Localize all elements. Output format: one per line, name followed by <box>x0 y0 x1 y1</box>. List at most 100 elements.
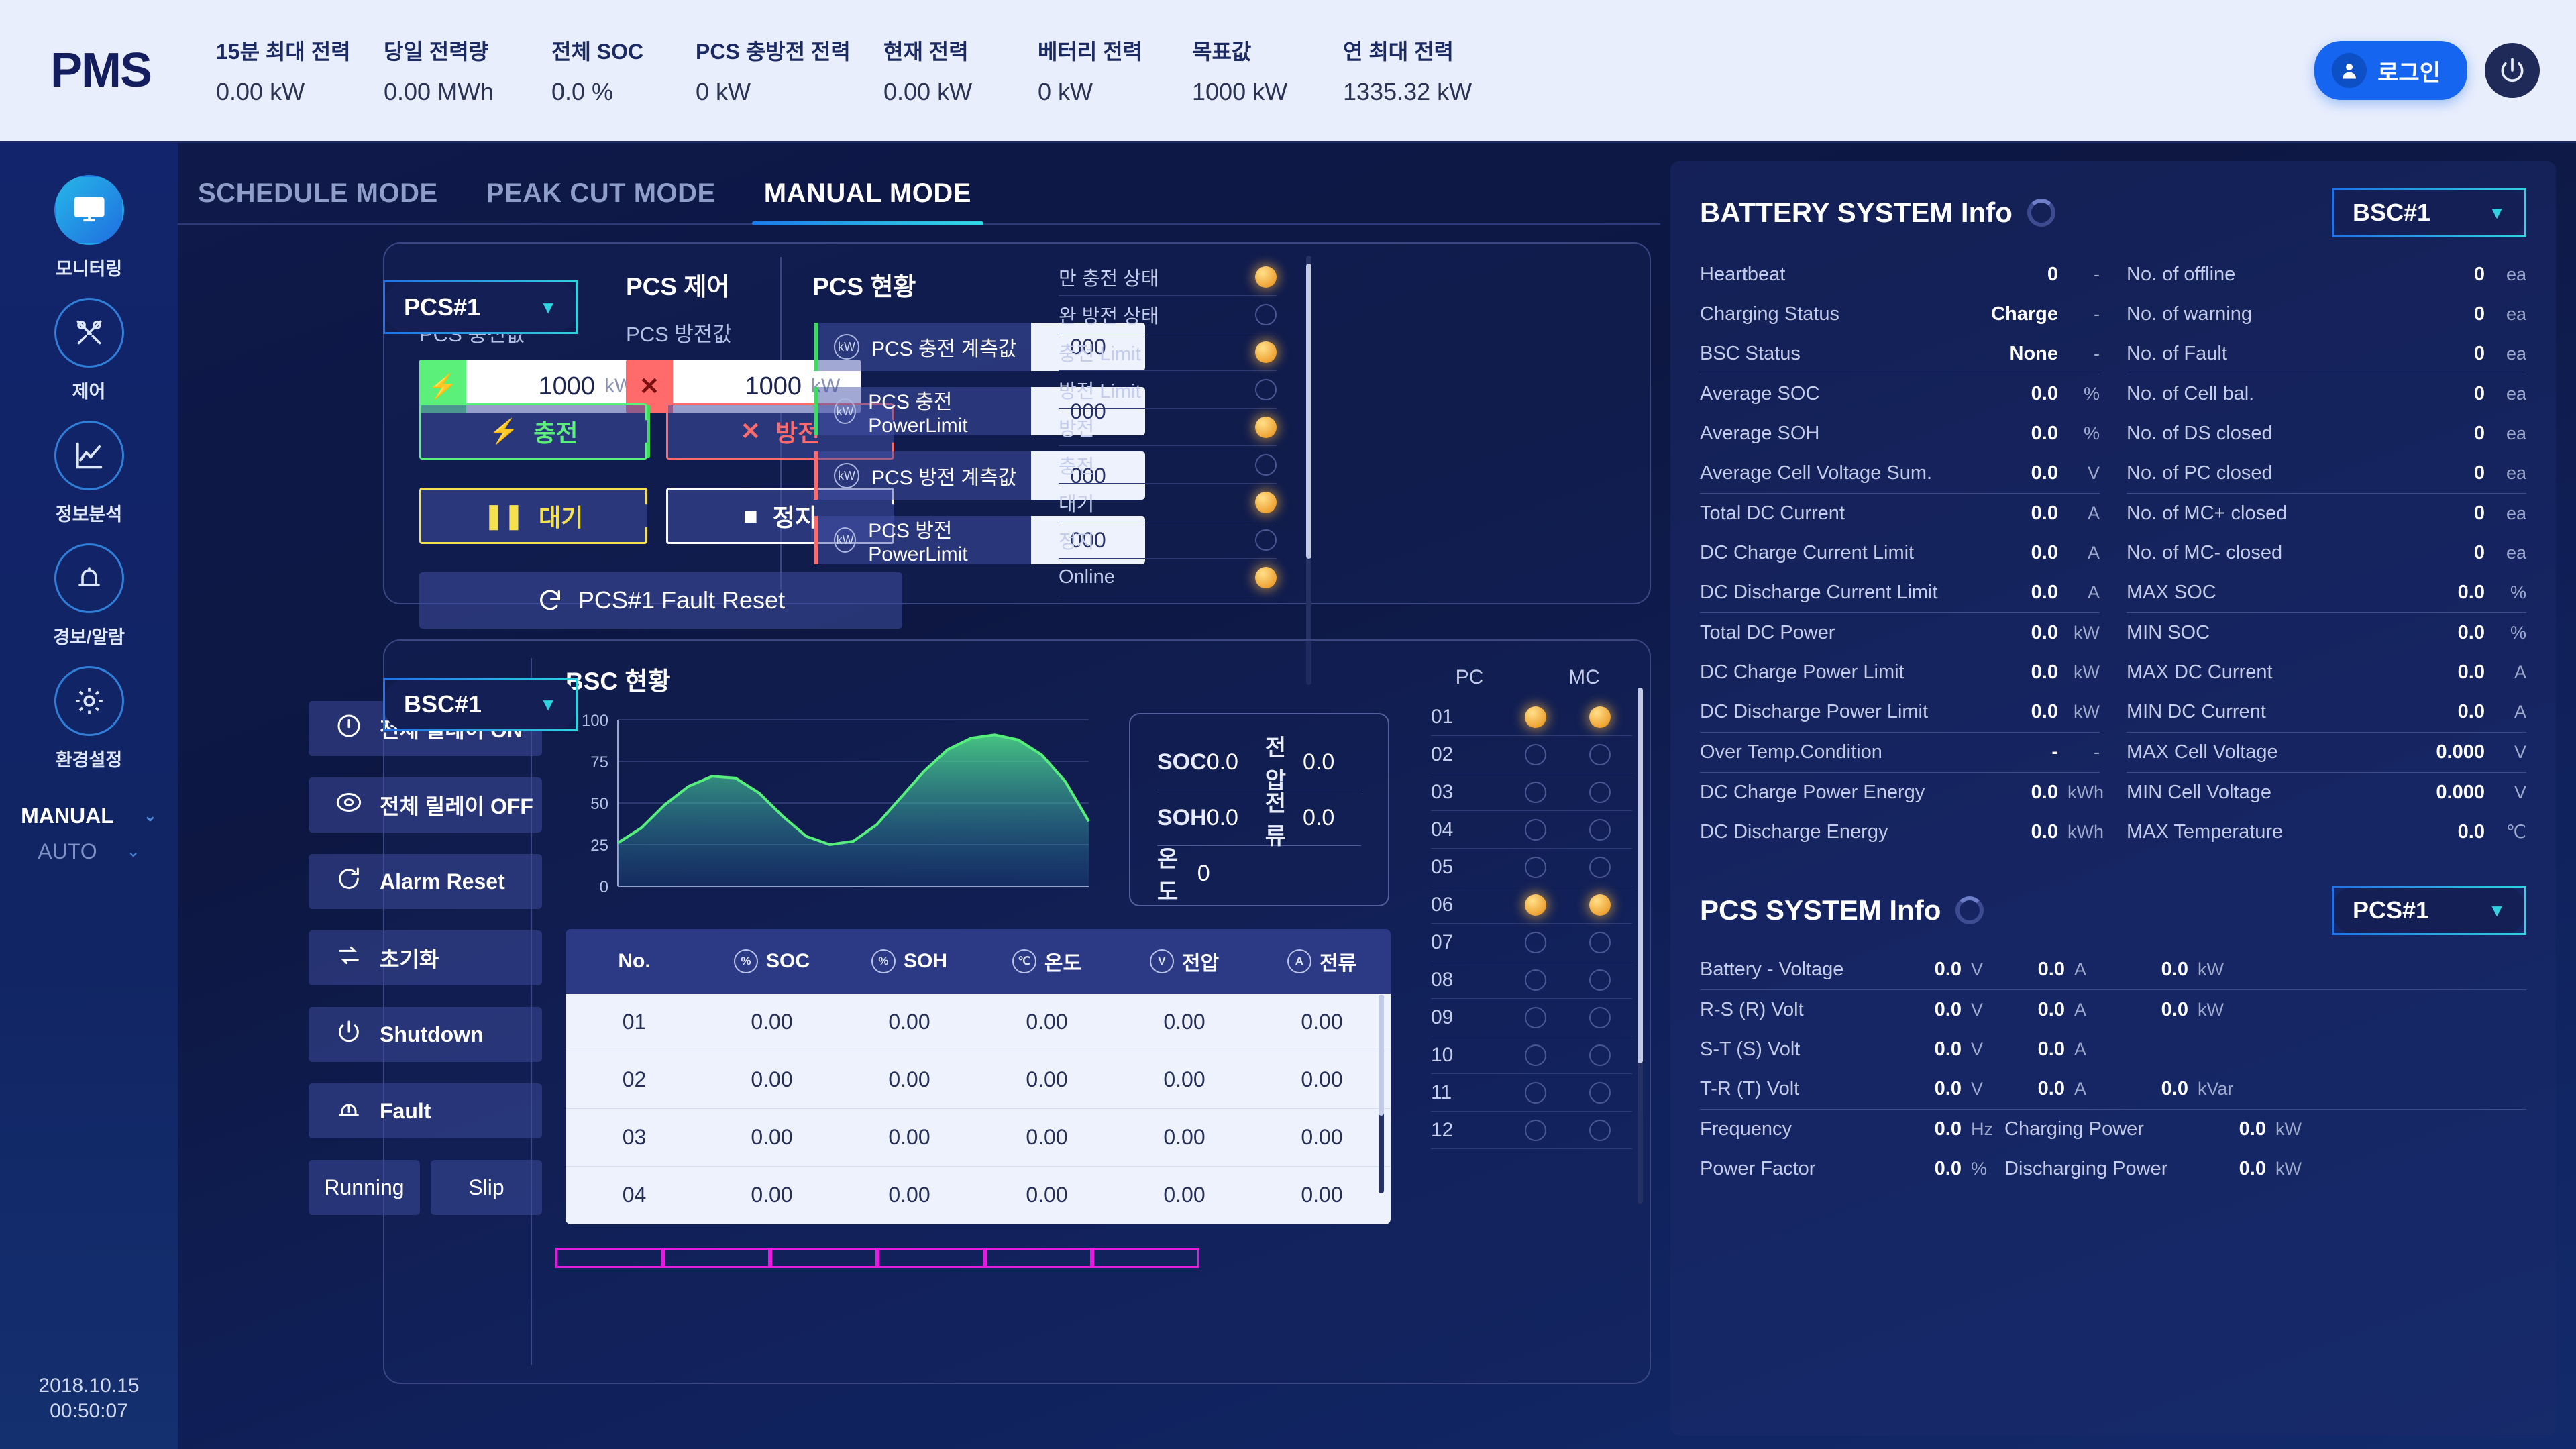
tab-0[interactable]: SCHEDULE MODE <box>186 178 450 223</box>
battery-selector[interactable]: BSC#1 ▼ <box>2332 188 2526 237</box>
bsc-kv-value2: 0.0 <box>1302 749 1335 775</box>
kw-icon: kW <box>834 527 857 553</box>
battery-left-value: 0.0 <box>2031 502 2058 524</box>
tab-1[interactable]: PEAK CUT MODE <box>474 178 728 223</box>
pcs-indicator-4: 방전 <box>1059 409 1277 446</box>
pcmc-scrollbar-thumb[interactable] <box>1638 688 1643 1063</box>
pcs-info-row-1: R-S (R) Volt 0.0 V 0.0 A 0.0 kW <box>1700 990 2526 1030</box>
battery-left-row-9: Total DC Power 0.0 kW <box>1700 613 2100 653</box>
sidebar-mode-manual[interactable]: MANUAL ⌄ <box>0 804 178 828</box>
bsc-button-4[interactable]: Shutdown <box>309 1007 542 1062</box>
pcmc-row-8: 09 <box>1431 999 1632 1036</box>
header-stat-label: 목표값 <box>1192 40 1252 64</box>
battery-right-value: 0.000 <box>2436 782 2485 803</box>
header-stat: 목표값 1000 kW <box>1177 35 1328 106</box>
pcs-info-bottom-value2: 0.0 <box>2239 1118 2266 1140</box>
battery-right-label: MIN DC Current <box>2127 701 2266 722</box>
pcs-info-bottom-unit: % <box>1971 1159 1988 1179</box>
pcs-info-bottom-label2: Discharging Power <box>2004 1158 2168 1179</box>
table-cell: 0.00 <box>888 1125 930 1149</box>
pcs-info-bottom-row-0: Frequency 0.0 Hz Charging Power 0.0 kW <box>1700 1110 2526 1149</box>
pcmc-no: 03 <box>1431 780 1454 803</box>
header-stat-label: 당일 전력량 <box>384 40 489 64</box>
pcs-info-u1: V <box>1971 1039 1984 1059</box>
sidebar-item-2[interactable]: 정보분석 <box>0 421 178 526</box>
battery-left-row-3: Average SOC 0.0 % <box>1700 374 2100 414</box>
table-row: 01 0.00 0.00 0.00 0.00 0.00 <box>566 994 1391 1051</box>
bsc-button-3[interactable]: 초기화 <box>309 930 542 985</box>
pcs-info-label: R-S (R) Volt <box>1700 999 1804 1020</box>
bsc-button-5[interactable]: Fault <box>309 1083 542 1138</box>
battery-right-unit: V <box>2514 782 2526 802</box>
bsc-selector[interactable]: BSC#1 ▼ <box>383 678 578 731</box>
battery-left-column: Heartbeat 0 - Charging Status Charge - B… <box>1700 255 2104 852</box>
battery-right-row-2: No. of Fault 0 ea <box>2127 334 2526 374</box>
bsc-button-2[interactable]: Alarm Reset <box>309 854 542 909</box>
pcmc-no: 01 <box>1431 705 1454 728</box>
battery-right-unit: V <box>2514 742 2526 762</box>
pcs-info-selector[interactable]: PCS#1 ▼ <box>2332 885 2526 935</box>
sidebar-item-3[interactable]: 경보/알람 <box>0 543 178 649</box>
pcs-fault-reset-button[interactable]: PCS#1 Fault Reset <box>419 572 902 629</box>
bsc-button-label: 전체 릴레이 OFF <box>380 794 533 818</box>
pcs-info-u2: A <box>2074 1039 2087 1059</box>
battery-left-label: DC Charge Power Limit <box>1700 661 1904 683</box>
power-button[interactable] <box>2485 43 2540 98</box>
pcs-button-0[interactable]: ⚡ 충전 <box>419 403 647 460</box>
battery-right-unit: ea <box>2506 304 2526 324</box>
battery-right-label: No. of offline <box>2127 264 2236 285</box>
login-button[interactable]: 로그인 <box>2314 41 2467 100</box>
pcs-info-bottom-unit2: kW <box>2275 1159 2302 1179</box>
battery-right-row-6: No. of MC+ closed 0 ea <box>2127 494 2526 533</box>
pcs-info-label: S-T (S) Volt <box>1700 1038 1801 1060</box>
pcs-info-bottom-row-1: Power Factor 0.0 % Discharging Power 0.0… <box>1700 1149 2526 1189</box>
marker-cell-1 <box>663 1248 770 1268</box>
battery-right-value: 0 <box>2473 383 2485 405</box>
tab-2[interactable]: MANUAL MODE <box>751 178 984 225</box>
tools-icon <box>54 298 124 368</box>
pcmc-header: PC <box>1455 666 1484 688</box>
sidebar-item-1[interactable]: 제어 <box>0 298 178 403</box>
battery-left-row-4: Average SOH 0.0 % <box>1700 414 2100 453</box>
pcmc-row-7: 08 <box>1431 961 1632 999</box>
battery-left-value: 0.0 <box>2031 782 2058 803</box>
pcs-info-v1: 0.0 <box>1934 1078 1962 1099</box>
pcs-indicator-list: 만 충전 상태 완 방전 상태 충전 Limit 방전 Limit 방전 충전 … <box>1059 258 1277 596</box>
indicator-scrollbar-thumb[interactable] <box>1306 264 1311 559</box>
pcs-button-2[interactable]: ❚❚ 대기 <box>419 488 647 544</box>
mode-tabs: SCHEDULE MODE PEAK CUT MODE MANUAL MODE <box>178 143 1660 225</box>
bsc-small-button-1[interactable]: Slip <box>431 1160 542 1215</box>
battery-right-value: 0 <box>2473 542 2485 564</box>
login-label: 로그인 <box>2377 60 2440 86</box>
pcmc-no: 02 <box>1431 743 1454 765</box>
battery-left-unit: - <box>2094 264 2100 284</box>
table-row: 04 0.00 0.00 0.00 0.00 0.00 <box>566 1167 1391 1224</box>
pcmc-row-6: 07 <box>1431 924 1632 961</box>
unit-icon: ℃ <box>1012 949 1036 973</box>
pcs-selector[interactable]: PCS#1 ▼ <box>383 280 578 334</box>
sidebar-item-label: 모니터링 <box>55 259 123 279</box>
battery-left-value: Charge <box>1991 303 2058 325</box>
battery-left-unit: - <box>2094 742 2100 762</box>
battery-left-row-8: DC Discharge Current Limit 0.0 A <box>1700 573 2100 612</box>
battery-right-unit: % <box>2510 582 2526 602</box>
sidebar-item-4[interactable]: 환경설정 <box>0 666 178 771</box>
mc-lamp <box>1589 743 1611 765</box>
table-scrollbar-thumb[interactable] <box>1379 995 1384 1116</box>
pcs-info-bottom-unit: Hz <box>1971 1119 1993 1139</box>
sidebar-item-0[interactable]: 모니터링 <box>0 175 178 280</box>
pc-lamp <box>1524 931 1546 953</box>
sidebar-item-label: 정보분석 <box>55 504 123 525</box>
pcs-info-v2: 0.0 <box>2037 959 2065 980</box>
bsc-kv-value2: 0.0 <box>1302 804 1335 830</box>
sidebar-mode-auto[interactable]: AUTO ⌄ <box>0 839 178 864</box>
header-stat: 베터리 전력 0 kW <box>1023 35 1177 106</box>
bsc-button-1[interactable]: 전체 릴레이 OFF <box>309 777 542 833</box>
pcs-info-u2: A <box>2074 1079 2087 1099</box>
pcs-info-v3: 0.0 <box>2161 999 2188 1020</box>
bsc-small-button-0[interactable]: Running <box>309 1160 420 1215</box>
status-lamp <box>1255 341 1277 363</box>
table-cell: 0.00 <box>1301 1067 1343 1091</box>
power-on-icon <box>335 712 362 745</box>
pcs-indicator-0: 만 충전 상태 <box>1059 258 1277 296</box>
